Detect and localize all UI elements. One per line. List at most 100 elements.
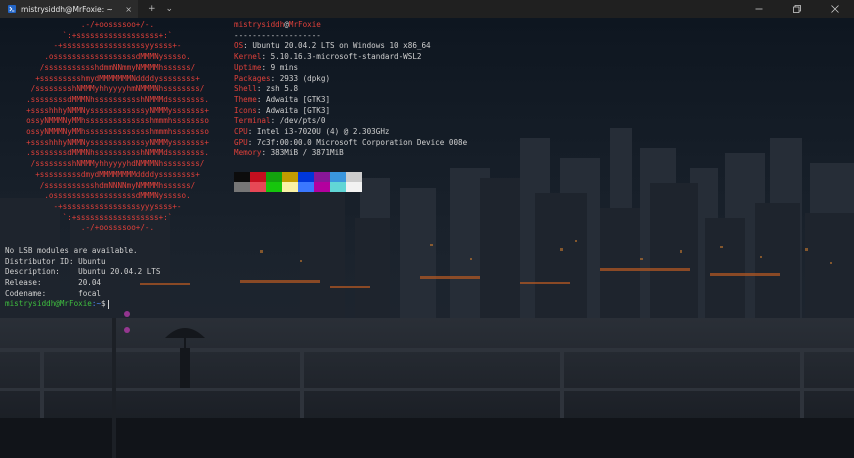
fetch-host: MrFoxie <box>288 20 321 29</box>
info-value: 9 mins <box>270 62 299 72</box>
title-bar: mistrysiddh@MrFoxie: ~ × + ⌄ <box>0 0 854 18</box>
logo-line: +sssshhhyNMMNyssssssssssssyNMMMysssssss+ <box>26 105 209 115</box>
info-colon: : <box>261 148 271 158</box>
minimize-button[interactable] <box>740 0 778 18</box>
prompt-path: :~ <box>91 299 102 308</box>
info-key: Uptime <box>234 62 262 72</box>
lsb-release-output: No LSB modules are available. Distributo… <box>5 246 160 300</box>
info-key: Kernel <box>234 52 262 62</box>
color-swatch <box>234 182 250 192</box>
color-swatch <box>250 182 266 192</box>
info-colon: : <box>261 52 271 62</box>
terminal-tab[interactable]: mistrysiddh@MrFoxie: ~ × <box>0 0 138 18</box>
logo-line: .-/+oossssoo+/-. <box>80 223 155 233</box>
info-colon: : <box>247 127 257 137</box>
color-swatch <box>282 182 298 192</box>
info-row: Uptime: 9 mins <box>234 63 467 74</box>
prompt-symbol: $ <box>101 299 106 308</box>
restore-button[interactable] <box>778 0 816 18</box>
color-swatch <box>330 172 346 182</box>
new-tab-button[interactable]: + <box>148 4 156 14</box>
system-info-panel: mistrysiddh@MrFoxie ------------------- … <box>234 20 467 159</box>
info-row: Memory: 383MiB / 3871MiB <box>234 148 467 159</box>
text-cursor <box>107 299 109 309</box>
ubuntu-ascii-logo: .-/+oossssoo+/-. `:+ssssssssssssssssss+:`… <box>5 20 230 234</box>
info-key: GPU <box>234 137 248 147</box>
info-key: Terminal <box>234 116 271 126</box>
info-row: Terminal: /dev/pts/0 <box>234 116 467 127</box>
logo-line: .-/+oossssoo+/-. <box>80 20 155 29</box>
header-separator: ------------------- <box>234 30 321 40</box>
info-value: Ubuntu 20.04.2 LTS on Windows 10 x86_64 <box>252 41 431 51</box>
info-row: Shell: zsh 5.8 <box>234 84 467 95</box>
color-swatch <box>314 172 330 182</box>
logo-line: .ssssssssdMMMNhsssssssssshNMMMdssssssss. <box>26 148 209 158</box>
logo-line: /sssssssshNMMMyhhyyyyhmNMMMNhssssssss/ <box>30 84 205 94</box>
color-swatch <box>298 182 314 192</box>
info-key: Theme <box>234 94 257 104</box>
info-row: Kernel: 5.10.16.3-microsoft-standard-WSL… <box>234 52 467 63</box>
logo-line: ossyNMMMNyMMhsssssssssssssshmmmhssssssso <box>26 116 209 126</box>
info-key: Shell <box>234 84 257 94</box>
color-swatch <box>250 172 266 182</box>
logo-line: /sssssssshNMMMyhhyyyyhdNMMMNhssssssss/ <box>30 159 205 169</box>
minimize-icon <box>755 8 763 10</box>
info-key: Memory <box>234 148 262 158</box>
info-row: Packages: 2933 (dpkg) <box>234 74 467 85</box>
color-swatch <box>266 172 282 182</box>
info-value: /dev/pts/0 <box>279 116 326 126</box>
logo-line: .ossssssssssssssssssdMMMNysssso. <box>44 191 191 201</box>
info-row: Theme: Adwaita [GTK3] <box>234 95 467 106</box>
lsb-release: Release: 20.04 <box>5 278 102 288</box>
info-key: Packages <box>234 73 271 83</box>
color-swatch <box>298 172 314 182</box>
color-swatch <box>266 182 282 192</box>
logo-line: +sssssssssdmydMMMMMMMMddddyssssssss+ <box>35 169 200 179</box>
info-row: Icons: Adwaita [GTK3] <box>234 106 467 117</box>
info-value: 383MiB / 3871MiB <box>270 148 344 158</box>
info-colon: : <box>247 137 257 147</box>
logo-line: +ssssssssshmydMMMMMMMNddddyssssssss+ <box>35 73 200 83</box>
logo-line: `:+ssssssssssssssssss+:` <box>62 30 173 40</box>
tab-close-button[interactable]: × <box>125 5 132 14</box>
lsb-description: Description: Ubuntu 20.04.2 LTS <box>5 267 161 277</box>
shell-prompt[interactable]: mistrysiddh@MrFoxie:~$ <box>5 299 109 310</box>
info-row: OS: Ubuntu 20.04.2 LTS on Windows 10 x86… <box>234 41 467 52</box>
color-palette <box>234 172 362 192</box>
window-controls <box>740 0 854 18</box>
info-value: 5.10.16.3-microsoft-standard-WSL2 <box>270 52 422 62</box>
info-row: CPU: Intel i3-7020U (4) @ 2.303GHz <box>234 127 467 138</box>
info-value: Adwaita [GTK3] <box>266 105 331 115</box>
info-value: 7c3f:00:00.0 Microsoft Corporation Devic… <box>256 137 468 147</box>
fetch-user: mistrysiddh <box>234 20 285 29</box>
lsb-codename: Codename: focal <box>5 288 102 298</box>
color-swatch <box>314 182 330 192</box>
logo-line: .ssssssssdMMMNhsssssssssshNMMMdssssssss. <box>26 94 209 104</box>
logo-line: +sssshhhyNMMNyssssssssssssyNMMMysssssss+ <box>26 137 209 147</box>
info-colon: : <box>261 62 271 72</box>
logo-line: /ssssssssssshdmNNNNmyNMMMMhssssss/ <box>39 180 196 190</box>
terminal-icon <box>8 5 16 13</box>
color-swatch <box>330 182 346 192</box>
info-key: OS <box>234 41 244 51</box>
info-colon: : <box>270 73 280 83</box>
info-colon: : <box>256 105 267 115</box>
color-swatch <box>234 172 250 182</box>
info-value: Intel i3-7020U (4) @ 2.303GHz <box>256 127 390 137</box>
close-button[interactable] <box>816 0 854 18</box>
tab-dropdown-button[interactable]: ⌄ <box>166 4 174 14</box>
prompt-user-host: mistrysiddh@MrFoxie <box>5 299 92 308</box>
info-colon: : <box>243 41 253 51</box>
logo-line: `:+ssssssssssssssssss+:` <box>62 212 173 222</box>
logo-line: .ossssssssssssssssssdMMMNysssso. <box>44 52 191 62</box>
restore-icon <box>793 5 801 13</box>
lsb-message: No LSB modules are available. <box>5 246 138 255</box>
info-key: CPU <box>234 127 248 137</box>
info-key: Icons <box>234 105 257 115</box>
info-colon: : <box>256 84 267 94</box>
info-colon: : <box>256 94 267 104</box>
lsb-distributor: Distributor ID: Ubuntu <box>5 256 106 266</box>
info-value: Adwaita [GTK3] <box>266 94 331 104</box>
color-swatch <box>282 172 298 182</box>
info-value: zsh 5.8 <box>266 84 299 94</box>
